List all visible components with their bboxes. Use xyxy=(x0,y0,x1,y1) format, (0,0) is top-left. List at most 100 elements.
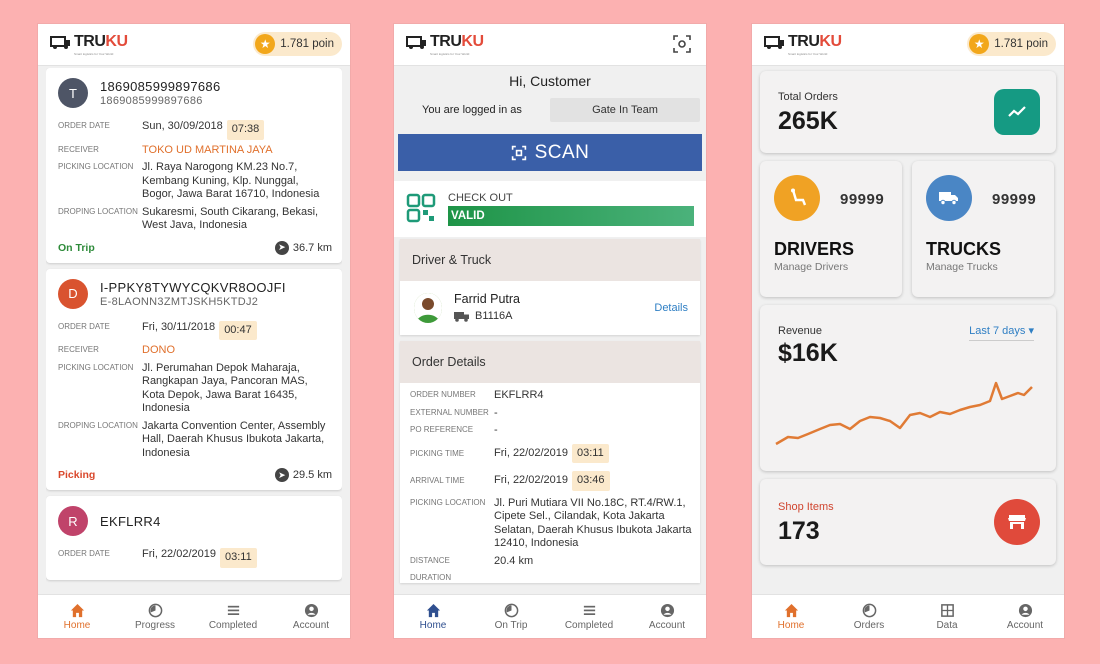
logo-ku: KU xyxy=(105,33,128,50)
details-link[interactable]: Details xyxy=(654,302,688,314)
order-card[interactable]: D I-PPKY8TYWYCQKVR8OOJFI E-8LAONN3ZMTJSK… xyxy=(46,268,342,490)
drivers-subtitle: Manage Drivers xyxy=(774,261,849,273)
nav-label: Completed xyxy=(208,619,258,631)
arrival-time: 03:46 xyxy=(572,471,610,491)
order-card[interactable]: T 1869085999897686 1869085999897686 ORDE… xyxy=(46,68,342,263)
drop-label: DROPING LOCATION xyxy=(58,420,138,430)
nav-account[interactable]: Account xyxy=(628,595,706,638)
nav-label: Home xyxy=(777,619,805,631)
driver-truck-section: Driver & Truck Farrid Putra B1116A Detai… xyxy=(400,239,700,335)
order-card[interactable]: R EKFLRR4 ORDER DATE Fri, 22/02/2019 03:11 xyxy=(46,496,342,580)
truck-logo-icon xyxy=(406,36,426,49)
shop-items-value: 173 xyxy=(778,517,820,545)
dashboard-content: Total Orders 265K 99999 DRIVERS Manage D… xyxy=(752,67,1064,594)
home-icon xyxy=(426,603,440,617)
order-list[interactable]: T 1869085999897686 1869085999897686 ORDE… xyxy=(46,68,342,594)
revenue-card[interactable]: Revenue $16K Last 7 days ▾ xyxy=(760,305,1056,471)
compass-icon: ➤ xyxy=(274,468,289,482)
driver-avatar xyxy=(414,293,442,323)
bottom-nav: Home On Trip Completed Account xyxy=(394,594,706,638)
drivers-card[interactable]: 99999 DRIVERS Manage Drivers xyxy=(760,161,902,297)
ontrip-icon xyxy=(504,603,518,617)
field-label: ARRIVAL TIME xyxy=(410,476,465,486)
nav-label: Completed xyxy=(564,619,614,631)
nav-home[interactable]: Home xyxy=(38,595,116,638)
arrival-date: Fri, 22/02/2019 xyxy=(494,474,568,486)
order-date-label: ORDER DATE xyxy=(58,121,110,130)
plate-number: B1116A xyxy=(475,310,513,322)
external-number: - xyxy=(494,406,498,419)
drivers-count: 99999 xyxy=(840,191,885,208)
nav-progress[interactable]: Progress xyxy=(116,595,194,638)
phone-gate-scan: TRUKU Smart logistics for Your World Hi,… xyxy=(394,24,706,638)
top-bar: TRUKU Smart logistics for Your World ★ 1… xyxy=(38,24,350,66)
avatar: T xyxy=(58,78,88,108)
compass-icon: ➤ xyxy=(274,240,289,255)
completed-icon xyxy=(227,605,239,615)
nav-data[interactable]: Data xyxy=(908,595,986,638)
avatar: D xyxy=(58,278,88,309)
section-title: Order Details xyxy=(400,341,700,383)
order-title: I-PPKY8TYWYCQKVR8OOJFI xyxy=(100,279,286,295)
picking-label: PICKING LOCATION xyxy=(58,162,134,171)
order-date: Fri, 30/11/2018 xyxy=(142,320,216,333)
driver-name: Farrid Putra xyxy=(454,292,520,306)
order-date: Fri, 22/02/2019 xyxy=(142,548,216,560)
shop-items-card[interactable]: Shop Items 173 xyxy=(760,479,1056,565)
nav-account[interactable]: Account xyxy=(986,595,1064,638)
logo-tru: TRU xyxy=(788,33,820,50)
logged-label: You are logged in as xyxy=(422,104,522,116)
picking-label: PICKING LOCATION xyxy=(58,362,134,372)
nav-home[interactable]: Home xyxy=(752,595,830,638)
order-title: EKFLRR4 xyxy=(100,513,161,529)
nav-label: Account xyxy=(1006,619,1044,631)
nav-completed[interactable]: Completed xyxy=(194,595,272,638)
revenue-label: Revenue xyxy=(778,325,823,337)
top-bar: TRUKU Smart logistics for Your World xyxy=(394,24,706,66)
revenue-sparkline xyxy=(775,381,1033,446)
total-orders-card[interactable]: Total Orders 265K xyxy=(760,71,1056,153)
order-time: 07:38 xyxy=(226,120,265,140)
top-bar: TRUKU Smart logistics for Your World ★ 1… xyxy=(752,24,1064,66)
order-number: EKFLRR4 xyxy=(494,389,544,401)
trucks-card[interactable]: 99999 TRUCKS Manage Trucks xyxy=(912,161,1054,297)
field-label: EXTERNAL NUMBER xyxy=(410,407,489,417)
logo-ku: KU xyxy=(819,33,842,50)
points-badge[interactable]: ★ 1.781 poin xyxy=(967,32,1056,56)
order-title: 1869085999897686 xyxy=(100,79,221,94)
range-dropdown[interactable]: Last 7 days ▾ xyxy=(969,324,1034,341)
nav-completed[interactable]: Completed xyxy=(550,595,628,638)
order-time: 03:11 xyxy=(220,548,257,568)
logo-tru: TRU xyxy=(430,33,462,50)
order-time: 00:47 xyxy=(219,320,257,340)
picking-date: Fri, 22/02/2019 xyxy=(494,446,568,459)
shop-items-label: Shop Items xyxy=(778,501,834,513)
nav-orders[interactable]: Orders xyxy=(830,595,908,638)
account-icon xyxy=(1018,603,1032,617)
scan-icon[interactable] xyxy=(672,34,692,54)
drivers-title: DRIVERS xyxy=(774,239,855,259)
picking-time: 03:11 xyxy=(572,443,609,463)
drop-location: Jakarta Convention Center, Assembly Hall… xyxy=(142,419,326,459)
phone-order-list: TRUKU Smart logistics for Your World ★ 1… xyxy=(38,24,350,638)
nav-label: Account xyxy=(292,619,330,631)
logo-ku: KU xyxy=(461,33,484,50)
team-badge: Gate In Team xyxy=(550,98,700,122)
field-label: ORDER NUMBER xyxy=(410,390,476,399)
logo-tru: TRU xyxy=(74,33,106,50)
scan-label: SCAN xyxy=(534,141,590,163)
distance: 20.4 km xyxy=(494,554,534,567)
po-reference: - xyxy=(494,424,498,436)
nav-home[interactable]: Home xyxy=(394,595,472,638)
receiver-label: RECEIVER xyxy=(58,345,99,354)
truck-logo-icon xyxy=(50,36,70,49)
field-label: PO REFERENCE xyxy=(410,425,474,434)
orders-icon xyxy=(862,603,876,617)
nav-on-trip[interactable]: On Trip xyxy=(472,595,550,638)
receiver: DONO xyxy=(142,344,175,356)
range-label: Last 7 days xyxy=(969,325,1026,337)
scan-button[interactable]: SCAN xyxy=(398,134,702,171)
checkout-label: CHECK OUT xyxy=(448,192,513,204)
points-badge[interactable]: ★ 1.781 poin xyxy=(253,32,342,56)
nav-account[interactable]: Account xyxy=(272,595,350,638)
